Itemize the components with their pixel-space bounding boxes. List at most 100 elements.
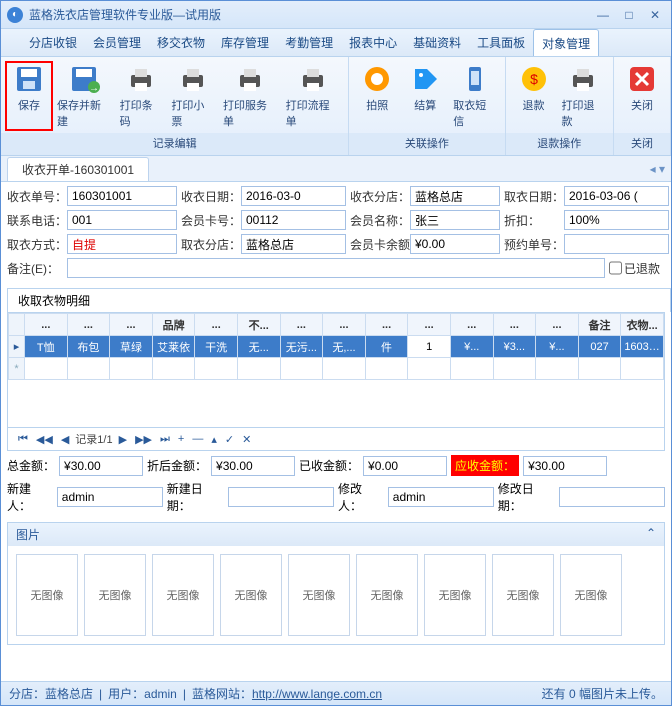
- order-no-field[interactable]: [67, 186, 177, 206]
- save-button[interactable]: 保存: [5, 61, 53, 131]
- print-ticket-button[interactable]: 打印小票: [167, 61, 219, 131]
- close-window-button[interactable]: ✕: [645, 7, 665, 23]
- image-thumb[interactable]: 无图像: [492, 554, 554, 636]
- detail-grid[interactable]: .........品牌...不........................备…: [7, 312, 665, 428]
- grid-header[interactable]: ...: [280, 314, 323, 336]
- menu-tools[interactable]: 工具面板: [469, 29, 533, 56]
- menu-member[interactable]: 会员管理: [85, 29, 149, 56]
- doc-tab-order[interactable]: 收衣开单-160301001: [7, 157, 149, 181]
- grid-header[interactable]: ...: [493, 314, 536, 336]
- grid-header[interactable]: 衣物...: [621, 314, 664, 336]
- card-balance-field[interactable]: [410, 234, 500, 254]
- phone-field[interactable]: [67, 210, 177, 230]
- nav-edit[interactable]: ▴: [209, 433, 219, 446]
- grid-cell[interactable]: ¥...: [536, 336, 579, 358]
- image-thumb[interactable]: 无图像: [424, 554, 486, 636]
- nav-next-page[interactable]: ▶▶: [133, 433, 154, 446]
- print-flow-button[interactable]: 打印流程单: [282, 61, 345, 131]
- grid-cell[interactable]: 160301 0...: [621, 336, 664, 358]
- image-thumb[interactable]: 无图像: [84, 554, 146, 636]
- grid-cell[interactable]: 无污...: [280, 336, 323, 358]
- nav-prev-page[interactable]: ◀◀: [34, 433, 55, 446]
- menu-reports[interactable]: 报表中心: [341, 29, 405, 56]
- grid-header[interactable]: ...: [408, 314, 451, 336]
- image-thumb[interactable]: 无图像: [152, 554, 214, 636]
- grid-header[interactable]: 备注: [578, 314, 621, 336]
- grid-cell[interactable]: 无...: [237, 336, 280, 358]
- refund-button[interactable]: $ 退款: [510, 61, 558, 131]
- order-date-field[interactable]: [241, 186, 346, 206]
- total-field[interactable]: [59, 456, 143, 476]
- remark-field[interactable]: [67, 258, 605, 278]
- nav-last[interactable]: ⏭: [158, 433, 172, 446]
- grid-cell[interactable]: 无,...: [323, 336, 366, 358]
- grid-header[interactable]: ...: [365, 314, 408, 336]
- grid-cell[interactable]: 布包: [67, 336, 110, 358]
- maximize-button[interactable]: □: [619, 7, 639, 23]
- grid-cell[interactable]: ¥3...: [493, 336, 536, 358]
- received-field[interactable]: [363, 456, 447, 476]
- grid-header[interactable]: ...: [450, 314, 493, 336]
- refunded-checkbox-wrap[interactable]: 已退款: [609, 258, 665, 278]
- photo-button[interactable]: 拍照: [353, 61, 401, 131]
- due-field[interactable]: [523, 456, 607, 476]
- branch-field[interactable]: [410, 186, 500, 206]
- image-thumb[interactable]: 无图像: [220, 554, 282, 636]
- detail-tab[interactable]: 收取衣物明细: [7, 288, 671, 312]
- nav-remove[interactable]: —: [190, 433, 205, 445]
- grid-header[interactable]: 不...: [237, 314, 280, 336]
- grid-cell[interactable]: T恤: [25, 336, 68, 358]
- status-site-link[interactable]: http://www.lange.com.cn: [252, 687, 382, 701]
- nav-prev[interactable]: ◀: [59, 433, 71, 446]
- grid-cell[interactable]: 干洗: [195, 336, 238, 358]
- print-service-button[interactable]: 打印服务单: [219, 61, 282, 131]
- refunded-checkbox[interactable]: [609, 258, 622, 278]
- grid-cell[interactable]: 027: [578, 336, 621, 358]
- grid-header[interactable]: ...: [25, 314, 68, 336]
- grid-header[interactable]: ...: [536, 314, 579, 336]
- nav-add[interactable]: +: [176, 433, 186, 445]
- grid-header[interactable]: ...: [323, 314, 366, 336]
- table-row-new[interactable]: *: [9, 358, 664, 380]
- pickup-date-field[interactable]: [564, 186, 669, 206]
- table-row[interactable]: ▸T恤布包草绿艾莱依干洗无...无污...无,...件1¥...¥3...¥..…: [9, 336, 664, 358]
- sms-button[interactable]: 取衣短信: [449, 61, 500, 131]
- save-new-button[interactable]: → 保存并新建: [53, 61, 116, 131]
- grid-cell[interactable]: 1: [408, 336, 451, 358]
- grid-header[interactable]: ...: [67, 314, 110, 336]
- pickup-branch-field[interactable]: [241, 234, 346, 254]
- create-date-field[interactable]: [228, 487, 334, 507]
- nav-next[interactable]: ▶: [117, 433, 129, 446]
- menu-transfer[interactable]: 移交衣物: [149, 29, 213, 56]
- card-no-field[interactable]: [241, 210, 346, 230]
- close-button[interactable]: 关闭: [618, 61, 666, 131]
- print-refund-button[interactable]: 打印退款: [558, 61, 609, 131]
- image-thumb[interactable]: 无图像: [560, 554, 622, 636]
- after-discount-field[interactable]: [211, 456, 295, 476]
- menu-basedata[interactable]: 基础资料: [405, 29, 469, 56]
- grid-header[interactable]: 品牌: [152, 314, 195, 336]
- menu-branch-cashier[interactable]: 分店收银: [21, 29, 85, 56]
- image-thumb[interactable]: 无图像: [356, 554, 418, 636]
- image-thumb[interactable]: 无图像: [16, 554, 78, 636]
- menu-inventory[interactable]: 库存管理: [213, 29, 277, 56]
- pickup-method-field[interactable]: [67, 234, 177, 254]
- settle-button[interactable]: 结算: [401, 61, 449, 131]
- image-panel-collapse[interactable]: ⌃: [646, 526, 656, 543]
- nav-cancel[interactable]: ✕: [240, 433, 253, 446]
- creator-field[interactable]: [57, 487, 163, 507]
- member-name-field[interactable]: [410, 210, 500, 230]
- grid-header[interactable]: ...: [110, 314, 153, 336]
- nav-check[interactable]: ✓: [223, 433, 236, 446]
- reserve-no-field[interactable]: [564, 234, 669, 254]
- modify-date-field[interactable]: [559, 487, 665, 507]
- grid-cell[interactable]: 草绿: [110, 336, 153, 358]
- image-thumb[interactable]: 无图像: [288, 554, 350, 636]
- nav-first[interactable]: ⏮: [16, 433, 30, 446]
- modifier-field[interactable]: [388, 487, 494, 507]
- minimize-button[interactable]: —: [593, 7, 613, 23]
- grid-cell[interactable]: ¥...: [450, 336, 493, 358]
- grid-cell[interactable]: 艾莱依: [152, 336, 195, 358]
- print-barcode-button[interactable]: 打印条码: [116, 61, 168, 131]
- menu-object-manage[interactable]: 对象管理: [533, 29, 599, 56]
